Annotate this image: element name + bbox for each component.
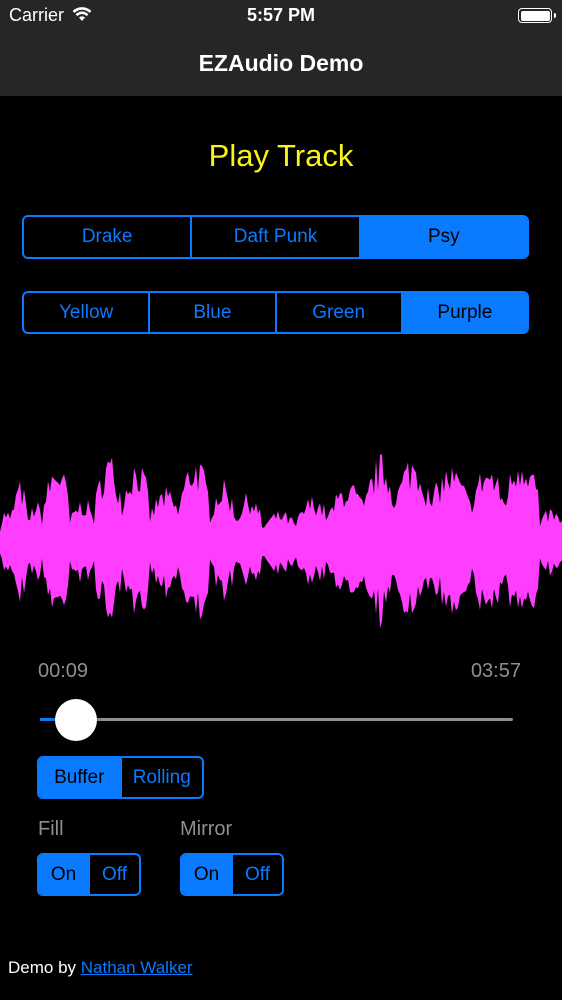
track-selector-option-drake[interactable]: Drake [24,217,190,257]
battery-icon [518,8,556,23]
fill-option-on[interactable]: On [39,855,88,894]
plot-type-selector: Buffer Rolling [37,756,204,799]
plot-type-option-rolling[interactable]: Rolling [119,758,203,797]
track-selector-option-psy[interactable]: Psy [358,217,527,257]
plot-type-option-buffer[interactable]: Buffer [39,758,120,797]
play-track-button[interactable]: Play Track [0,138,562,174]
color-selector-option-blue[interactable]: Blue [148,293,274,332]
fill-label: Fill [38,818,64,840]
footer-credit: Demo by Nathan Walker [8,958,193,978]
author-link[interactable]: Nathan Walker [81,958,193,977]
mirror-label: Mirror [180,818,233,840]
fill-toggle: On Off [37,853,141,896]
position-slider-thumb[interactable] [55,699,97,741]
fill-option-off[interactable]: Off [88,855,139,894]
waveform-shape [0,454,562,629]
footer-prefix: Demo by [8,958,81,977]
position-slider-track[interactable] [40,718,513,721]
elapsed-time: 00:09 [38,660,89,682]
mirror-option-on[interactable]: On [182,855,231,894]
status-bar: Carrier 5:57 PM [0,0,562,32]
color-selector-option-green[interactable]: Green [274,293,401,332]
audio-waveform [0,454,562,629]
mirror-toggle: On Off [180,853,284,896]
clock: 5:57 PM [246,5,316,25]
color-selector-option-yellow[interactable]: Yellow [24,293,148,332]
page-title: EZAudio Demo [198,50,364,76]
color-selector-option-purple[interactable]: Purple [400,293,527,332]
track-selector-option-daft-punk[interactable]: Daft Punk [190,217,358,257]
navigation-bar: EZAudio Demo [0,32,562,96]
track-selector: Drake Daft Punk Psy [22,215,529,259]
total-duration: 03:57 [470,660,521,682]
color-selector: Yellow Blue Green Purple [22,291,529,334]
mirror-option-off[interactable]: Off [231,855,282,894]
